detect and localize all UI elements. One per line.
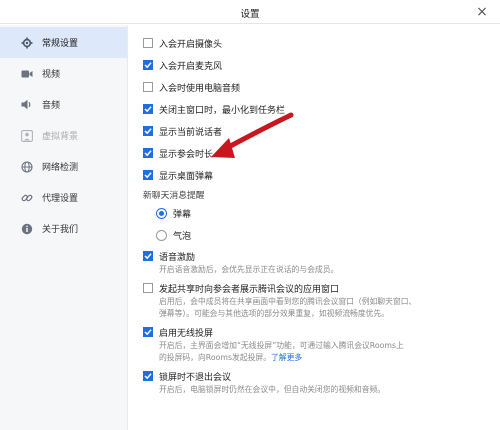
checkbox[interactable] xyxy=(143,251,153,261)
option-label: 显示桌面弹幕 xyxy=(159,171,214,182)
sidebar-item-label: 视频 xyxy=(42,70,61,80)
wireless-cast-desc-line2: 的投屏码，向Rooms发起投屏。了解更多 xyxy=(159,352,489,364)
share-window-desc-line1: 启用后，会中成员将在共享画面中看到您的腾讯会议窗口（例如聊天窗口、 xyxy=(159,297,417,306)
sidebar-item-about[interactable]: 关于我们 xyxy=(0,213,127,244)
option-use-computer-audio[interactable]: 入会时使用电脑音频 xyxy=(143,80,240,94)
radio-button[interactable] xyxy=(156,207,167,219)
share-window-desc-line2: 弹幕等）。可能会与其他选项的部分效果重复，如视频流畅度优先。 xyxy=(159,309,390,318)
option-label: 发起共享时向参会者展示腾讯会议的应用窗口 xyxy=(159,284,340,295)
chat-reminder-label: 新聊天消息提醒 xyxy=(143,191,205,201)
checkbox[interactable] xyxy=(143,371,153,381)
radio-bubble[interactable]: 气泡 xyxy=(156,228,191,242)
sidebar-item-network-check[interactable]: 网络检测 xyxy=(0,151,127,182)
checkbox[interactable] xyxy=(143,38,153,48)
sidebar-item-label: 网络检测 xyxy=(42,163,79,173)
option-share-app-window[interactable]: 发起共享时向参会者展示腾讯会议的应用窗口 xyxy=(143,281,339,295)
radio-danmaku[interactable]: 弹幕 xyxy=(156,206,191,220)
option-label: 显示参会时长 xyxy=(159,149,214,160)
option-label: 锁屏时不退出会议 xyxy=(159,372,232,383)
gear-icon xyxy=(20,36,34,50)
option-show-meeting-duration[interactable]: 显示参会时长 xyxy=(143,146,213,160)
sidebar-item-label: 常规设置 xyxy=(42,39,79,49)
option-wireless-cast[interactable]: 启用无线投屏 xyxy=(143,325,213,339)
sidebar-item-general[interactable]: 常规设置 xyxy=(0,27,127,58)
link-icon xyxy=(20,191,34,205)
voice-motivation-desc: 开启语音激励后，会优先显示正在说话的与会成员。 xyxy=(159,265,339,274)
sidebar-item-label: 关于我们 xyxy=(42,225,79,235)
radio-button[interactable] xyxy=(156,229,167,241)
sidebar-item-proxy[interactable]: 代理设置 xyxy=(0,182,127,213)
checkbox[interactable] xyxy=(143,82,153,92)
checkbox[interactable] xyxy=(143,104,153,114)
wireless-cast-desc-line1: 开启后，主界面会增加“无线投屏”功能，可通过输入腾讯会议Rooms上 xyxy=(159,341,404,350)
option-label: 入会时使用电脑音频 xyxy=(159,83,241,94)
wireless-cast-desc-text: 的投屏码，向Rooms发起投屏。 xyxy=(159,353,272,362)
video-camera-icon xyxy=(20,67,34,81)
sidebar-item-video[interactable]: 视频 xyxy=(0,58,127,89)
option-voice-motivation[interactable]: 语音激励 xyxy=(143,249,195,263)
option-label: 入会开启麦克风 xyxy=(159,61,223,72)
sidebar-item-virtual-background[interactable]: 虚拟背景 xyxy=(0,120,127,151)
info-icon xyxy=(20,222,34,236)
person-icon xyxy=(20,129,34,143)
general-settings-panel: 入会开启摄像头 入会开启麦克风 入会时使用电脑音频 关闭主窗口时，最小化到任务栏… xyxy=(128,25,500,430)
option-show-desktop-danmaku[interactable]: 显示桌面弹幕 xyxy=(143,168,213,182)
checkbox[interactable] xyxy=(143,60,153,70)
sidebar-item-label: 虚拟背景 xyxy=(42,132,79,142)
speaker-icon xyxy=(20,98,34,112)
checkbox[interactable] xyxy=(143,148,153,158)
lock-screen-desc: 开启后，电脑锁屏时仍然在会议中，但自动关闭您的视频和音频。 xyxy=(159,385,386,394)
globe-icon xyxy=(20,160,34,174)
title-bar: 设置 × xyxy=(0,0,500,24)
checkbox[interactable] xyxy=(143,283,153,293)
learn-more-link[interactable]: 了解更多 xyxy=(271,353,302,362)
sidebar-item-label: 音频 xyxy=(42,101,61,111)
radio-label: 弹幕 xyxy=(173,209,192,220)
sidebar: 常规设置 视频 音频 虚拟背景 网络检测 代理设置 关于我们 xyxy=(0,25,128,430)
option-lock-screen-stay[interactable]: 锁屏时不退出会议 xyxy=(143,369,231,383)
close-icon[interactable]: × xyxy=(474,4,490,20)
option-label: 显示当前说话者 xyxy=(159,127,223,138)
option-label: 语音激励 xyxy=(159,252,196,263)
checkbox[interactable] xyxy=(143,327,153,337)
radio-label: 气泡 xyxy=(173,231,192,242)
option-camera-on-join[interactable]: 入会开启摄像头 xyxy=(143,36,222,50)
sidebar-item-audio[interactable]: 音频 xyxy=(0,89,127,120)
window-title: 设置 xyxy=(240,9,260,20)
sidebar-item-label: 代理设置 xyxy=(42,194,79,204)
option-label: 关闭主窗口时，最小化到任务栏 xyxy=(159,105,286,116)
option-minimize-to-taskbar[interactable]: 关闭主窗口时，最小化到任务栏 xyxy=(143,102,285,116)
option-show-current-speaker[interactable]: 显示当前说话者 xyxy=(143,124,222,138)
checkbox[interactable] xyxy=(143,170,153,180)
option-label: 启用无线投屏 xyxy=(159,328,214,339)
option-mic-on-join[interactable]: 入会开启麦克风 xyxy=(143,58,222,72)
checkbox[interactable] xyxy=(143,126,153,136)
option-label: 入会开启摄像头 xyxy=(159,39,223,50)
